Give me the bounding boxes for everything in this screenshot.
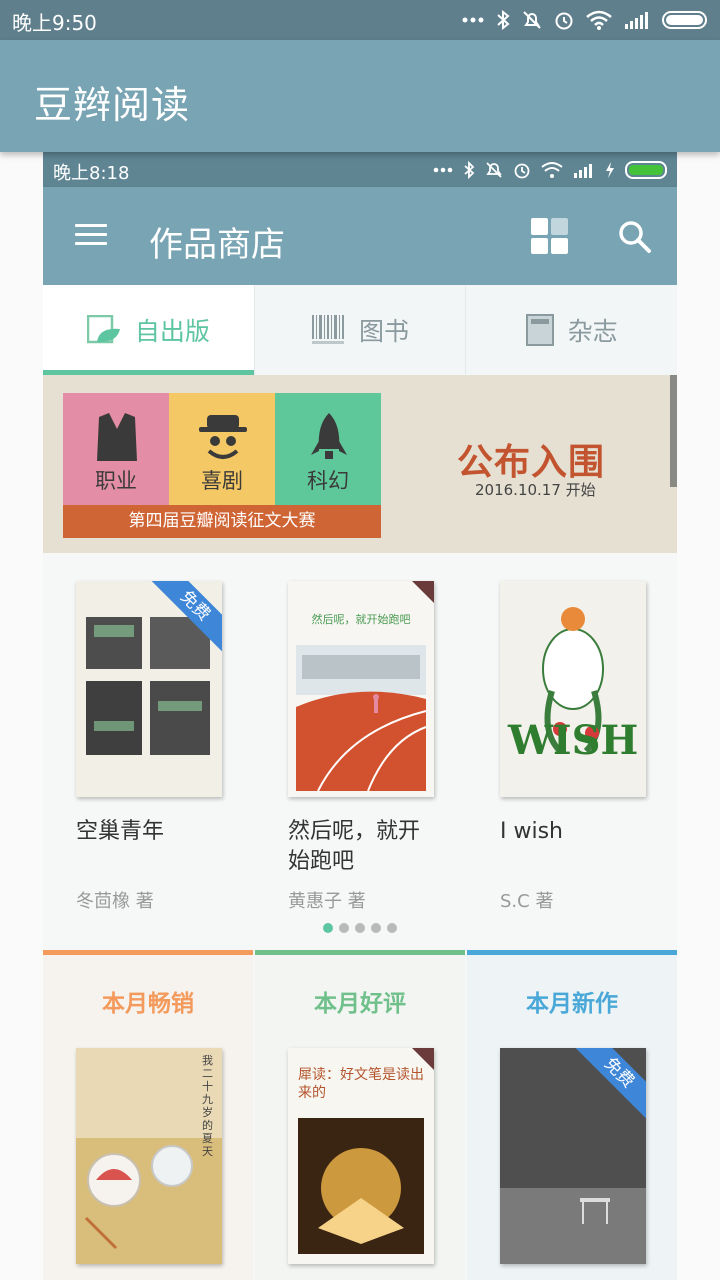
book-author: 黄惠子 著 [288, 891, 366, 912]
rocket-icon [311, 413, 347, 459]
banner-headline: 公布入围 [457, 442, 606, 483]
corner-tag [412, 1048, 434, 1070]
battery-icon [662, 11, 707, 29]
store-app-bar: 作品商店 [43, 187, 677, 285]
menu-icon[interactable] [73, 220, 109, 250]
cover-art [76, 1048, 222, 1264]
search-icon[interactable] [617, 219, 653, 255]
inner-status-time: 晚上8:18 [53, 163, 130, 184]
cover-title: 我二十九岁的夏天 [202, 1054, 213, 1158]
contest-title: 第四届豆瓣阅读征文大赛 [63, 505, 381, 538]
app-title: 豆辫阅读 [34, 83, 191, 127]
alarm-icon [514, 163, 530, 179]
ranking-categories: 本月畅销 我二十九岁的夏天 本月好评 犀读：好文笔是读出来的 本月新作 免费 [43, 950, 677, 1280]
page-dot[interactable] [355, 923, 365, 933]
genre-career: 职业 [63, 393, 169, 505]
featured-books: 免费 空巢青年 冬茴橡 著 然后呢，就开始跑吧 然后呢，就开始跑吧 黄惠子 著 … [43, 553, 677, 943]
page-dot[interactable] [339, 923, 349, 933]
book-title: I wish [500, 819, 563, 844]
bluetooth-icon [464, 161, 475, 179]
tab-books[interactable]: 图书 [255, 285, 467, 375]
cover-title: WISH [508, 717, 639, 764]
contest-banner[interactable]: 职业 喜剧 科幻 第四届豆瓣阅读征文大赛 公布入围 2016.10.17 开始 [43, 375, 677, 553]
store-title: 作品商店 [149, 225, 285, 265]
page-indicator [43, 923, 677, 933]
magazine-icon [525, 314, 554, 346]
category-label: 本月畅销 [102, 991, 194, 1017]
book-cover: 犀读：好文笔是读出来的 [288, 1048, 434, 1264]
page-dot[interactable] [387, 923, 397, 933]
category-top-rated[interactable]: 本月好评 犀读：好文笔是读出来的 [255, 950, 465, 1280]
more-dots-icon [433, 167, 453, 173]
mute-bell-icon [486, 162, 502, 178]
alarm-icon [555, 12, 573, 30]
charging-icon [606, 162, 614, 178]
book-cover: 免费 [500, 1048, 646, 1264]
tab-label: 图书 [359, 317, 410, 346]
book-cover: 我二十九岁的夏天 [76, 1048, 222, 1264]
book-title: 然后呢，就开始跑吧 [288, 819, 421, 874]
genre-scifi: 科幻 [275, 393, 381, 505]
tab-self-publish[interactable]: 自出版 [43, 285, 255, 375]
tab-magazines[interactable]: 杂志 [466, 285, 677, 375]
scrollbar[interactable] [670, 375, 677, 487]
more-dots-icon [462, 17, 484, 23]
status-bar: 晚上9:50 [0, 0, 720, 40]
genre-comedy: 喜剧 [169, 393, 275, 505]
mute-bell-icon [523, 11, 541, 29]
book-card[interactable]: 免费 空巢青年 冬茴橡 著 [76, 581, 226, 913]
grid-view-icon[interactable] [531, 218, 569, 254]
category-tabs: 自出版 图书 杂志 [43, 285, 677, 375]
category-bestselling[interactable]: 本月畅销 我二十九岁的夏天 [43, 950, 253, 1280]
genre-label: 喜剧 [201, 469, 243, 493]
category-label: 本月好评 [314, 991, 406, 1017]
book-card[interactable]: WISH I wish S.C 著 [500, 581, 650, 913]
tab-label: 自出版 [134, 317, 210, 346]
battery-icon [625, 161, 667, 179]
category-new[interactable]: 本月新作 免费 [467, 950, 677, 1280]
self-publish-icon [86, 315, 120, 344]
cover-art [298, 1118, 424, 1254]
page-dot[interactable] [323, 923, 333, 933]
cover-art [296, 645, 427, 792]
signal-icon [625, 12, 648, 29]
page-dot[interactable] [371, 923, 381, 933]
banner-date: 2016.10.17 开始 [475, 481, 596, 499]
signal-icon [574, 164, 592, 178]
app-bar: 豆辫阅读 [0, 40, 720, 152]
book-cover: WISH [500, 581, 646, 797]
status-time: 晚上9:50 [12, 11, 97, 35]
shared-screenshot: 晚上8:18 作品商店 自出版 图书 杂志 职业 喜剧 科幻 第四届豆瓣阅读征文… [43, 152, 677, 1280]
corner-tag [412, 581, 434, 603]
book-author: 冬茴橡 著 [76, 891, 154, 912]
genre-label: 科幻 [307, 469, 349, 493]
book-author: S.C 著 [500, 891, 554, 912]
inner-status-bar: 晚上8:18 [43, 152, 677, 187]
bowler-face-icon [199, 415, 247, 459]
cover-art [542, 607, 604, 754]
book-cover: 免费 [76, 581, 222, 797]
book-card[interactable]: 然后呢，就开始跑吧 然后呢，就开始跑吧 黄惠子 著 [288, 581, 438, 913]
wifi-icon [586, 10, 612, 30]
book-cover: 然后呢，就开始跑吧 [288, 581, 434, 797]
tab-label: 杂志 [567, 317, 618, 346]
genre-label: 职业 [95, 469, 137, 493]
category-label: 本月新作 [526, 991, 618, 1017]
vest-icon [97, 413, 137, 461]
screen: 晚上9:50 豆辫阅读 晚上8:18 作品商店 自出版 图书 杂志 职业 喜剧 … [0, 0, 720, 1280]
barcode-icon [312, 315, 344, 344]
bluetooth-icon [497, 10, 510, 30]
book-title: 空巢青年 [76, 819, 165, 844]
wifi-icon [541, 162, 563, 178]
